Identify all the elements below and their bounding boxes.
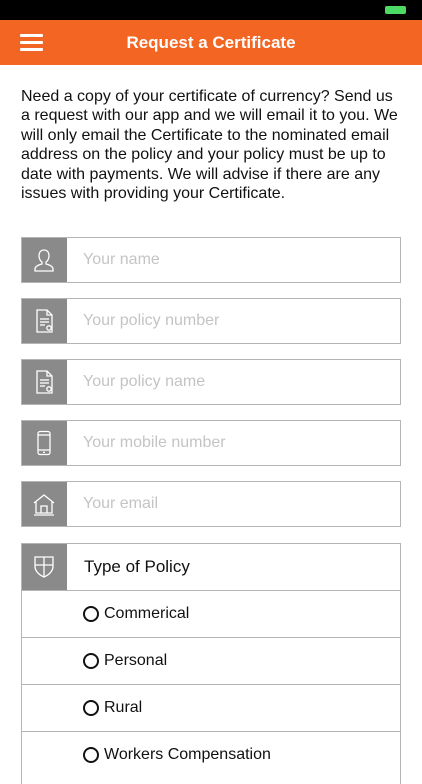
radio-button[interactable] [83, 747, 99, 763]
policy-option-label: Personal [104, 652, 168, 669]
policy-name-field [21, 359, 403, 405]
policy-option-commercial[interactable]: Commerical [22, 590, 400, 637]
person-icon [22, 238, 67, 282]
policy-option-personal[interactable]: Personal [22, 637, 400, 684]
policy-option-workers-compensation[interactable]: Workers Compensation [22, 731, 400, 778]
intro-text: Need a copy of your certificate of curre… [21, 88, 398, 203]
battery-icon [385, 6, 406, 14]
name-input[interactable] [68, 238, 403, 282]
page-title: Request a Certificate [126, 33, 296, 52]
status-bar [0, 0, 422, 20]
name-field [21, 237, 403, 283]
mobile-field [21, 420, 403, 466]
email-field [21, 481, 403, 527]
mobile-input[interactable] [68, 421, 403, 465]
shield-icon [22, 544, 67, 590]
radio-button[interactable] [83, 606, 99, 622]
policy-option-label: Workers Compensation [104, 746, 271, 763]
policy-number-input[interactable] [68, 299, 403, 343]
policy-option-label: Rural [104, 699, 143, 716]
document-icon [22, 299, 67, 343]
house-icon [22, 482, 67, 526]
policy-name-input[interactable] [68, 360, 403, 404]
policy-option-rural[interactable]: Rural [22, 684, 400, 731]
document-icon [22, 360, 67, 404]
policy-type-title: Type of Policy [84, 557, 190, 576]
policy-type-group: Type of Policy Commerical Personal Rural… [21, 543, 401, 784]
policy-option-label: Commerical [104, 605, 190, 622]
radio-button[interactable] [83, 700, 99, 716]
email-input[interactable] [68, 482, 403, 526]
radio-button[interactable] [83, 653, 99, 669]
nav-bar: Request a Certificate [0, 20, 422, 65]
phone-icon [22, 421, 67, 465]
policy-number-field [21, 298, 403, 344]
